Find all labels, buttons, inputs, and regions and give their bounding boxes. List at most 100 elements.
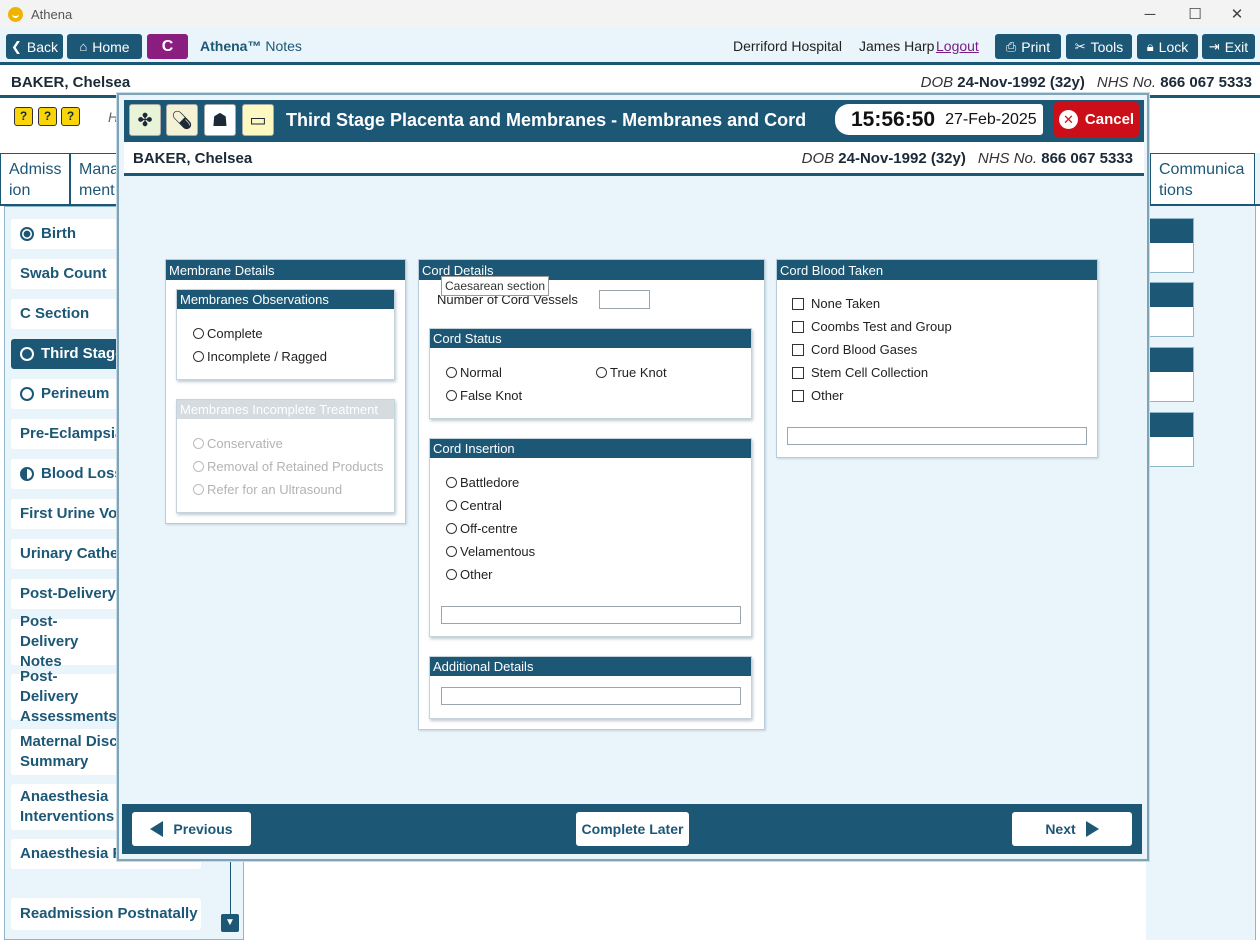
summary-card — [1146, 347, 1194, 402]
arrow-left-icon — [150, 821, 164, 837]
alert-help-icon[interactable]: ? — [14, 107, 33, 126]
summary-card — [1146, 282, 1194, 337]
back-button[interactable]: ❮ Back — [6, 34, 63, 59]
tab-communications[interactable]: Communica tions — [1150, 153, 1255, 204]
medication-icon[interactable]: 💊︎ — [166, 104, 198, 136]
minimize-button[interactable]: ─ — [1127, 0, 1173, 28]
dialog-footer: Previous Complete Later Next — [122, 804, 1142, 854]
exit-button[interactable]: ⇥ Exit — [1202, 34, 1255, 59]
home-icon: ⌂ — [79, 39, 88, 54]
checkbox-icon — [792, 320, 804, 333]
tools-icon: ✂ — [1074, 38, 1086, 54]
checkbox-cord-blood-gases[interactable]: Cord Blood Gases — [792, 342, 917, 357]
next-button[interactable]: Next — [1012, 812, 1132, 846]
user-name: James Harp — [859, 38, 935, 54]
status-empty-icon — [20, 387, 34, 401]
panel-header: Membrane Details — [166, 260, 405, 280]
radio-removal-retained-products: Removal of Retained Products — [193, 459, 383, 474]
app-brand: Athena™ Notes — [200, 38, 302, 54]
radio-circle-icon — [446, 500, 457, 511]
lock-icon: 🔒︎ — [1146, 38, 1154, 54]
logout-link[interactable]: Logout — [936, 38, 979, 54]
sidebar-item-readmission-postnatally[interactable]: Readmission Postnatally — [11, 898, 201, 930]
close-window-button[interactable]: ✕ — [1214, 0, 1260, 28]
hospital-name: Derriford Hospital — [733, 38, 842, 54]
checkbox-coombs-test[interactable]: Coombs Test and Group — [792, 319, 952, 334]
radio-velamentous[interactable]: Velamentous — [446, 544, 535, 559]
date-value: 27-Feb-2025 — [945, 110, 1037, 128]
radio-false-knot[interactable]: False Knot — [446, 388, 522, 403]
radio-circle-icon — [446, 390, 457, 401]
summary-card — [1146, 218, 1194, 273]
home-button[interactable]: ⌂ Home — [67, 34, 142, 59]
radio-circle-icon — [446, 569, 457, 580]
radio-circle-icon — [446, 367, 457, 378]
c-button[interactable]: C — [147, 34, 188, 59]
insertion-other-input[interactable] — [441, 606, 741, 624]
chevron-left-icon: ❮ — [10, 38, 22, 54]
radio-normal[interactable]: Normal — [446, 365, 502, 380]
radio-true-knot[interactable]: True Knot — [596, 365, 667, 380]
radio-other-insertion[interactable]: Other — [446, 567, 493, 582]
radio-circle-icon — [193, 351, 204, 362]
note-icon[interactable]: ▭ — [242, 104, 274, 136]
radio-battledore[interactable]: Battledore — [446, 475, 519, 490]
lock-button[interactable]: 🔒︎ Lock — [1137, 34, 1198, 59]
window-title: Athena — [31, 6, 73, 22]
exit-icon: ⇥ — [1208, 38, 1220, 54]
complete-later-button[interactable]: Complete Later — [576, 812, 689, 846]
dialog-header: ✤ 💊︎ ☗ ▭ Third Stage Placenta and Membra… — [124, 100, 1144, 142]
cord-blood-other-input[interactable] — [787, 427, 1087, 445]
tooltip: Caesarean section — [441, 276, 550, 296]
radio-circle-icon — [193, 461, 204, 472]
checkbox-none-taken[interactable]: None Taken — [792, 296, 880, 311]
radio-circle-icon — [193, 328, 204, 339]
alert-help-icon[interactable]: ? — [61, 107, 80, 126]
time-value: 15:56:50 — [851, 107, 936, 131]
patient-info: DOB 24-Nov-1992 (32y) NHS No. 866 067 533… — [920, 74, 1252, 91]
radio-circle-icon — [596, 367, 607, 378]
dialog-title: Third Stage Placenta and Membranes - Mem… — [286, 110, 807, 130]
window-titlebar: Athena — [0, 0, 1260, 28]
radio-incomplete-ragged[interactable]: Incomplete / Ragged — [193, 349, 327, 364]
patient-name: BAKER, Chelsea — [133, 150, 253, 167]
additional-details-input[interactable] — [441, 687, 741, 705]
tab-management[interactable]: Mana ment — [70, 153, 120, 204]
radio-central[interactable]: Central — [446, 498, 502, 513]
radio-circle-icon — [193, 484, 204, 495]
clover-icon[interactable]: ✤ — [129, 104, 161, 136]
scroll-down-button[interactable]: ▼ — [221, 914, 239, 932]
cancel-button[interactable]: ✕ Cancel — [1054, 102, 1139, 137]
athena-logo-icon — [8, 6, 23, 22]
radio-conservative: Conservative — [193, 436, 283, 451]
checkbox-stem-cell-collection[interactable]: Stem Cell Collection — [792, 365, 928, 380]
radio-circle-icon — [446, 523, 457, 534]
patient-info: DOB 24-Nov-1992 (32y) NHS No. 866 067 533… — [801, 150, 1133, 167]
maximize-button[interactable]: ☐ — [1172, 0, 1218, 28]
cord-vessels-input[interactable] — [599, 290, 650, 309]
checkbox-other[interactable]: Other — [792, 388, 844, 403]
print-button[interactable]: ⎙ Print — [995, 34, 1061, 59]
printer-icon: ⎙ — [1005, 38, 1017, 54]
checkbox-icon — [792, 366, 804, 379]
dialog-patient-banner: BAKER, Chelsea DOB 24-Nov-1992 (32y) NHS … — [124, 142, 1144, 176]
radio-circle-icon — [446, 546, 457, 557]
radio-circle-icon — [193, 438, 204, 449]
status-partial-icon — [20, 467, 34, 481]
main-toolbar: ❮ Back ⌂ Home C Athena™ Notes Derriford Ho… — [0, 28, 1260, 65]
radio-refer-ultrasound: Refer for an Ultrasound — [193, 482, 342, 497]
radio-complete[interactable]: Complete — [193, 326, 263, 341]
checkbox-icon — [792, 389, 804, 402]
panel-header: Cord Blood Taken — [777, 260, 1097, 280]
alert-help-icon[interactable]: ? — [38, 107, 57, 126]
tab-admission[interactable]: Admiss ion — [0, 153, 70, 204]
tools-button[interactable]: ✂ Tools — [1066, 34, 1132, 59]
patient-name: BAKER, Chelsea — [11, 74, 131, 91]
previous-button[interactable]: Previous — [132, 812, 251, 846]
datetime-display[interactable]: 15:56:50 27-Feb-2025 — [835, 104, 1043, 135]
status-empty-icon — [20, 347, 34, 361]
person-arrow-icon[interactable]: ☗ — [204, 104, 236, 136]
radio-off-centre[interactable]: Off-centre — [446, 521, 518, 536]
summary-card — [1146, 412, 1194, 467]
radio-circle-icon — [446, 477, 457, 488]
